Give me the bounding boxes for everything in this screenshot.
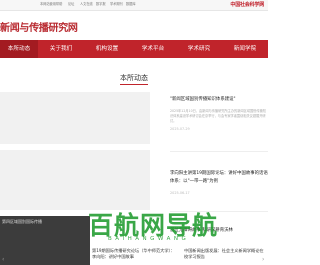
nav-item-about[interactable]: 关于我们 xyxy=(38,40,84,58)
topbar-link-newspaper[interactable]: 数字报 xyxy=(96,2,106,7)
site-header: 新闻与传播研究网 xyxy=(0,11,268,40)
news-item-title[interactable]: 李向阳主讲第19期国际论坛：讲好中国故事的话语体系：以"一带一路"为例 xyxy=(170,170,268,185)
chevron-right-icon[interactable]: › xyxy=(262,256,264,263)
bottom-feature-image[interactable]: 第四区域国别国际传播 xyxy=(0,216,90,265)
news-item[interactable]: "新闻区域国别传播知识体系建设" 2025年12月10日，由新闻与传播研究所主办… xyxy=(170,96,268,152)
bottom-list-item[interactable]: 中国新闻出版发展：社会主义新闻学概论在校学习报告 xyxy=(184,248,264,260)
nav-item-news[interactable]: 本所动态 xyxy=(0,40,38,58)
bottom-feature-caption: 第四区域国别国际传播 xyxy=(2,219,42,224)
topbar-link-forum[interactable]: 论坛 xyxy=(68,2,74,7)
topbar-link-humanities[interactable]: 人文在线 xyxy=(80,2,93,7)
nav-item-research[interactable]: 学术研究 xyxy=(176,40,222,58)
site-title[interactable]: 新闻与传播研究网 xyxy=(0,19,78,34)
top-utility-bar: 本网站使用帮助 论坛 人文在线 数字报 学术期刊 数据库 中国社会科学网 xyxy=(0,0,268,11)
section-underline xyxy=(120,84,148,85)
chevron-left-icon[interactable]: ‹ xyxy=(2,256,4,263)
bottom-list-item[interactable]: 第19期国际传播研究论坛（华中师范大学）：李向阳：讲好中国故事 xyxy=(92,248,178,260)
nav-item-school[interactable]: 新闻学院 xyxy=(222,40,268,58)
cssn-brand-logo[interactable]: 中国社会科学网 xyxy=(230,1,264,8)
news-photo-1[interactable] xyxy=(0,92,150,144)
news-item-date: 2025-06-17 xyxy=(170,191,190,195)
topbar-link-journals[interactable]: 学术期刊 xyxy=(110,2,123,7)
nav-item-organization[interactable]: 机构设置 xyxy=(84,40,130,58)
news-item-desc: 2025年12月10日，由新闻与传播研究所主办的新闻区域国别传播知识体系建设学术… xyxy=(170,109,266,123)
topbar-link-database[interactable]: 数据库 xyxy=(126,2,136,7)
topbar-link-help[interactable]: 本网站使用帮助 xyxy=(40,2,62,7)
section-title: 本所动态 xyxy=(120,74,148,82)
news-item-title[interactable]: "新闻区域国别传播知识体系建设" xyxy=(170,96,268,104)
nav-item-academic-platform[interactable]: 学术平台 xyxy=(130,40,176,58)
main-nav: 本所动态 关于我们 机构设置 学术平台 学术研究 新闻学院 xyxy=(0,40,268,58)
news-item-date: 2025-07-29 xyxy=(170,127,190,131)
watermark-subtext: BAIHANGWANG xyxy=(108,236,190,242)
news-photo-2[interactable] xyxy=(0,150,150,210)
